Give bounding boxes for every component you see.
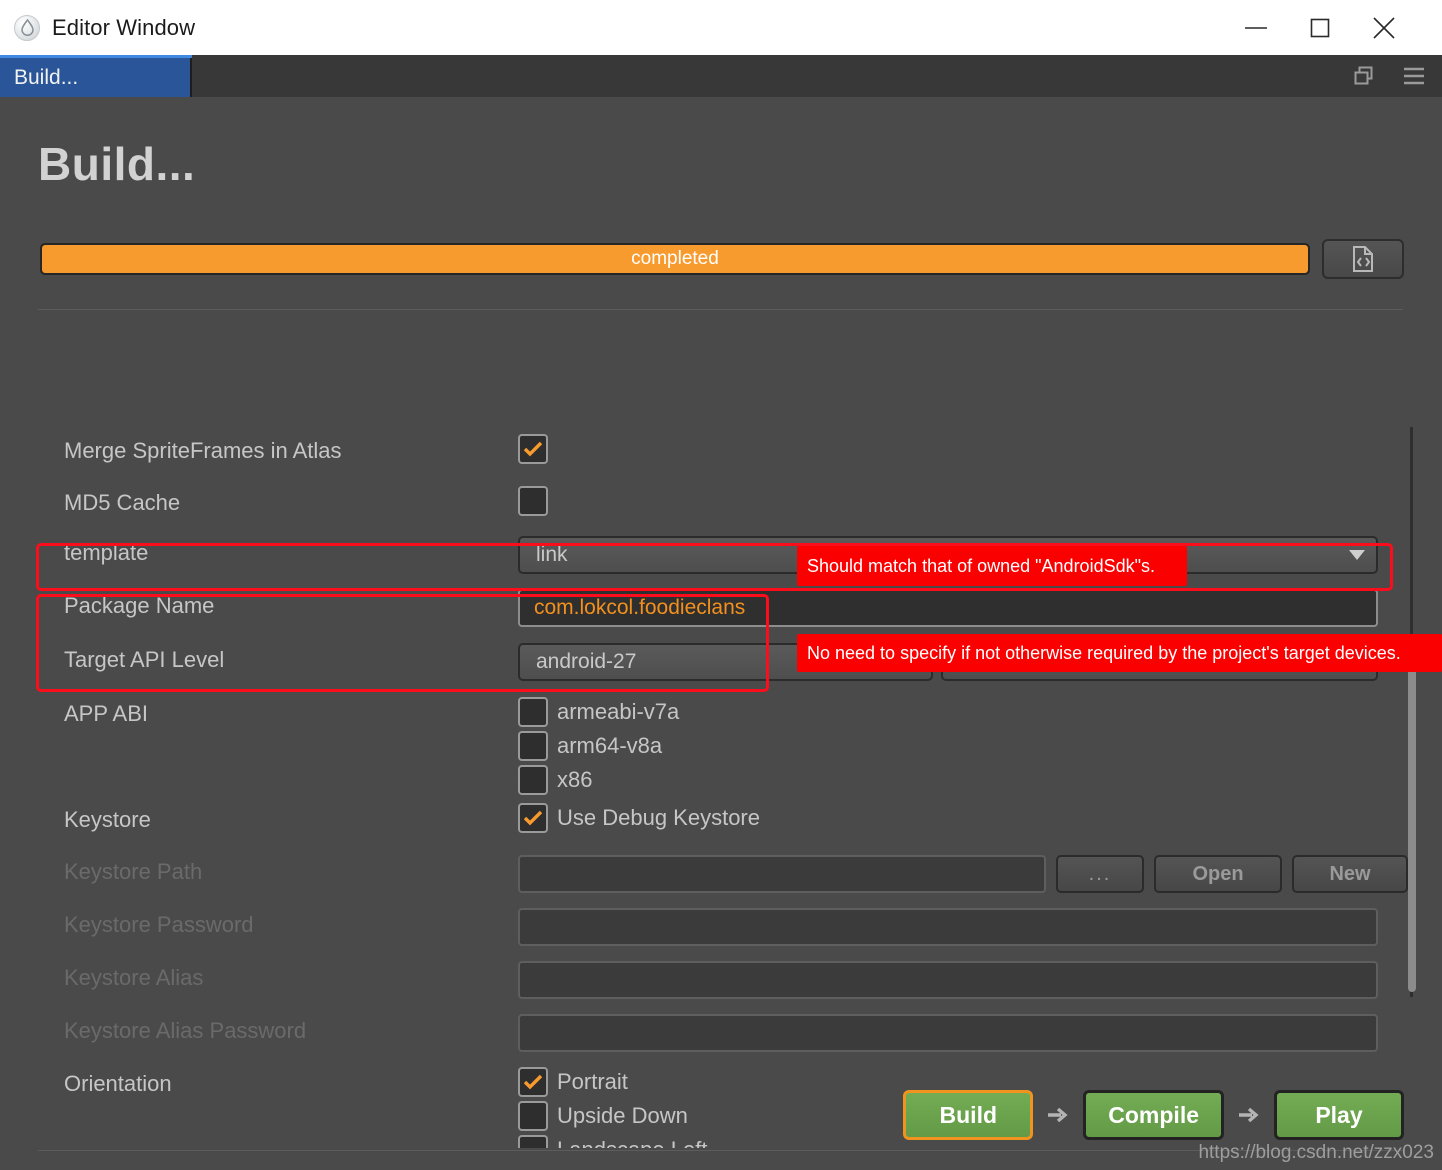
row-keystore-path: Keystore Path ... Open New xyxy=(38,855,1408,893)
dropdown-target-api-level-value: android-27 xyxy=(536,650,637,673)
vertical-scrollbar-thumb[interactable] xyxy=(1408,652,1416,992)
tab-strip: Build... xyxy=(0,55,1442,97)
label-app-abi: APP ABI xyxy=(64,701,148,726)
label-keystore-alias-password: Keystore Alias Password xyxy=(64,1018,307,1043)
row-keystore-password: Keystore Password xyxy=(38,908,1403,946)
progress-status-label: completed xyxy=(631,248,719,269)
label-md5-cache: MD5 Cache xyxy=(64,490,181,515)
annotation-target-api-level: Should match that of owned "AndroidSdk"s… xyxy=(797,546,1187,586)
checkbox-armeabi-v7a[interactable] xyxy=(518,697,548,727)
code-file-icon xyxy=(1353,246,1373,272)
arrow-right-icon xyxy=(1045,1106,1071,1124)
input-keystore-alias[interactable] xyxy=(518,961,1378,999)
row-package-name: Package Name com.lokcol.foodieclans xyxy=(38,589,1403,627)
droplet-logo-icon xyxy=(14,14,40,41)
play-button[interactable]: Play xyxy=(1274,1090,1404,1140)
restore-window-icon[interactable] xyxy=(1352,64,1376,88)
build-progress-bar: completed xyxy=(40,243,1310,275)
label-target-api-level: Target API Level xyxy=(64,647,225,672)
checkbox-merge-spriteframes[interactable] xyxy=(518,434,548,464)
checkbox-arm64-v8a[interactable] xyxy=(518,731,548,761)
label-package-name: Package Name xyxy=(64,593,215,618)
row-md5-cache: MD5 Cache xyxy=(38,486,1403,516)
title-bar-right-pad xyxy=(1416,0,1442,55)
watermark-text: https://blog.csdn.net/zzx023 xyxy=(1198,1142,1434,1163)
input-package-name-value: com.lokcol.foodieclans xyxy=(534,596,746,619)
tab-build[interactable]: Build... xyxy=(0,55,192,97)
row-merge-spriteframes: Merge SpriteFrames in Atlas xyxy=(38,434,1403,464)
keystore-path-open-button[interactable]: Open xyxy=(1154,855,1282,893)
checkbox-row-x86[interactable]: x86 xyxy=(518,765,1403,795)
hamburger-menu-icon[interactable] xyxy=(1402,64,1426,88)
label-merge-spriteframes: Merge SpriteFrames in Atlas xyxy=(64,438,342,463)
footer-action-bar: Build Compile Play https://blog.csdn.net… xyxy=(0,1054,1442,1170)
maximize-button[interactable] xyxy=(1288,0,1352,55)
compile-button[interactable]: Compile xyxy=(1083,1090,1224,1140)
row-keystore-alias: Keystore Alias xyxy=(38,961,1403,999)
checkbox-use-debug-keystore[interactable] xyxy=(518,803,548,833)
arrow-right-icon xyxy=(1236,1106,1262,1124)
progress-row: completed xyxy=(40,237,1404,281)
build-button[interactable]: Build xyxy=(903,1090,1034,1140)
annotation-app-abi: No need to specify if not otherwise requ… xyxy=(797,634,1442,672)
input-keystore-path[interactable] xyxy=(518,855,1046,893)
row-keystore-alias-password: Keystore Alias Password xyxy=(38,1014,1403,1052)
top-divider xyxy=(38,309,1403,310)
os-title-bar: Editor Window xyxy=(0,0,1442,55)
footer-buttons: Build Compile Play xyxy=(903,1090,1404,1140)
row-template: template link xyxy=(38,536,1403,574)
label-keystore: Keystore xyxy=(64,807,151,832)
input-package-name[interactable]: com.lokcol.foodieclans xyxy=(518,589,1378,627)
checkbox-row-arm64-v8a[interactable]: arm64-v8a xyxy=(518,731,1403,761)
chevron-down-icon xyxy=(1348,543,1366,567)
page-title: Build... xyxy=(38,138,196,190)
label-x86: x86 xyxy=(557,767,593,792)
checkbox-row-use-debug-keystore[interactable]: Use Debug Keystore xyxy=(518,803,1403,833)
input-keystore-password[interactable] xyxy=(518,908,1378,946)
label-armeabi-v7a: armeabi-v7a xyxy=(557,699,680,724)
keystore-path-new-button[interactable]: New xyxy=(1292,855,1408,893)
settings-form: Merge SpriteFrames in Atlas MD5 Cache te… xyxy=(0,312,1442,1148)
tab-strip-tools xyxy=(1352,55,1442,97)
label-keystore-password: Keystore Password xyxy=(64,912,254,937)
dropdown-template-value: link xyxy=(536,543,568,566)
window-controls xyxy=(1224,0,1442,55)
minimize-button[interactable] xyxy=(1224,0,1288,55)
label-use-debug-keystore: Use Debug Keystore xyxy=(557,805,760,830)
close-button[interactable] xyxy=(1352,0,1416,55)
row-app-abi: APP ABI armeabi-v7a arm64-v8a x86 xyxy=(38,697,1403,799)
label-keystore-path: Keystore Path xyxy=(64,859,203,884)
row-keystore: Keystore Use Debug Keystore xyxy=(38,803,1403,837)
label-keystore-alias: Keystore Alias xyxy=(64,965,204,990)
label-arm64-v8a: arm64-v8a xyxy=(557,733,663,758)
input-keystore-alias-password[interactable] xyxy=(518,1014,1378,1052)
label-template: template xyxy=(64,540,149,565)
checkbox-x86[interactable] xyxy=(518,765,548,795)
checkbox-md5-cache[interactable] xyxy=(518,486,548,516)
tab-build-label: Build... xyxy=(14,65,79,89)
checkbox-row-armeabi-v7a[interactable]: armeabi-v7a xyxy=(518,697,1403,727)
window-title: Editor Window xyxy=(52,14,196,40)
keystore-path-browse-button[interactable]: ... xyxy=(1056,855,1144,893)
code-file-icon-button[interactable] xyxy=(1322,239,1404,279)
